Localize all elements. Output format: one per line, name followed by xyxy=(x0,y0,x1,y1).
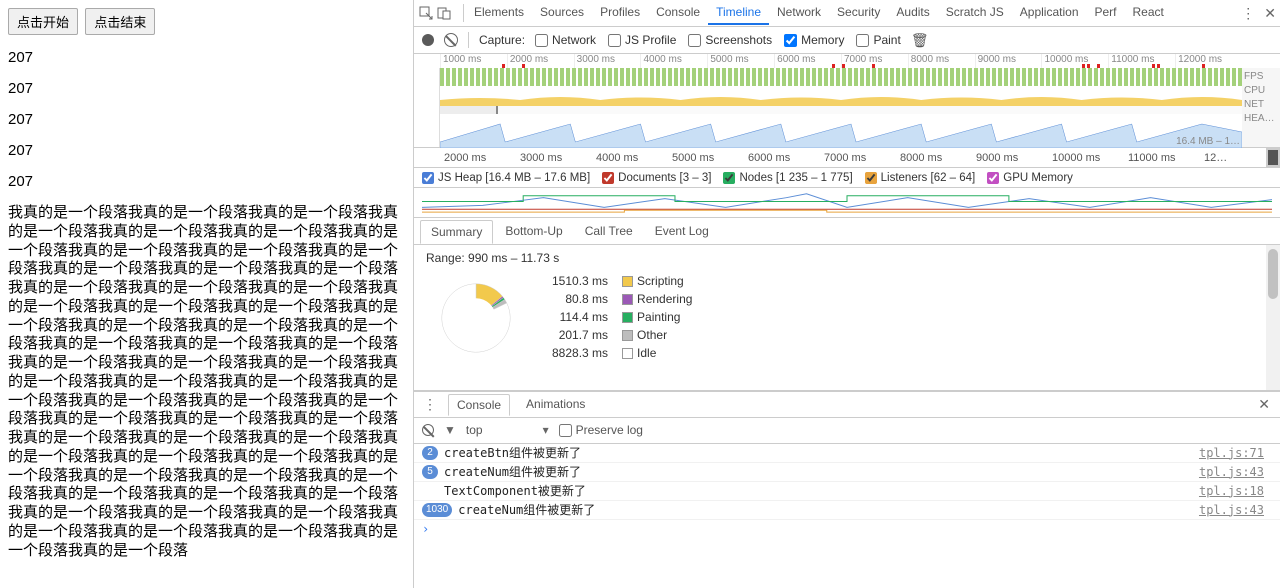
app-pane: 点击开始 点击结束 207 207 207 207 207 我真的是一个段落我真的是一个… xyxy=(0,0,414,588)
capture-memory[interactable]: Memory xyxy=(784,33,844,47)
devtools-panel: ElementsSourcesProfilesConsoleTimelineNe… xyxy=(414,0,1280,588)
tab-network[interactable]: Network xyxy=(769,1,829,25)
capture-network[interactable]: Network xyxy=(535,33,596,47)
log-source-link[interactable]: tpl.js:43 xyxy=(1199,503,1272,517)
counter-documents[interactable]: Documents [3 – 3] xyxy=(602,172,711,184)
legend-row: 8828.3 msIdle xyxy=(546,345,698,361)
tab-react[interactable]: React xyxy=(1125,1,1172,25)
console-output[interactable]: 2createBtn组件被更新了tpl.js:715createNum组件被更新… xyxy=(414,444,1280,588)
counter-nodes[interactable]: Nodes [1 235 – 1 775] xyxy=(723,172,852,184)
capture-label: Capture: xyxy=(479,33,525,47)
trash-icon[interactable]: 🗑 xyxy=(911,32,929,49)
capture-js-profile[interactable]: JS Profile xyxy=(608,33,676,47)
log-row: 1030createNum组件被更新了tpl.js:43 xyxy=(414,501,1280,520)
tab-security[interactable]: Security xyxy=(829,1,888,25)
ruler-scrollbar[interactable] xyxy=(1266,148,1280,167)
more-icon[interactable]: ⋮ xyxy=(1238,5,1258,22)
log-row: 5createNum组件被更新了tpl.js:43 xyxy=(414,463,1280,482)
summary-pie xyxy=(426,273,526,363)
start-button[interactable]: 点击开始 xyxy=(8,8,78,35)
inspect-icon[interactable] xyxy=(418,5,434,21)
memory-counters: JS Heap [16.4 MB – 17.6 MB] Documents [3… xyxy=(414,168,1280,188)
tab-application[interactable]: Application xyxy=(1012,1,1087,25)
timeline-subtabs: SummaryBottom-UpCall TreeEvent Log xyxy=(414,218,1280,245)
cpu-track xyxy=(440,86,1242,106)
preserve-log-checkbox[interactable] xyxy=(559,424,572,437)
tab-console[interactable]: Console xyxy=(448,394,510,416)
capture-screenshots[interactable]: Screenshots xyxy=(688,33,772,47)
log-source-link[interactable]: tpl.js:43 xyxy=(1199,465,1272,479)
net-track xyxy=(440,106,1242,114)
summary-body: 1510.3 msScripting 80.8 msRendering 114.4 … xyxy=(414,245,1280,353)
log-source-link[interactable]: tpl.js:18 xyxy=(1199,484,1272,498)
paragraph-text: 我真的是一个段落我真的是一个段落我真的是一个段落我真的是一个段落我真的是一个段落… xyxy=(8,204,405,560)
timeline-toolbar: Capture: Network JS Profile Screenshots … xyxy=(414,27,1280,54)
number-item: 207 xyxy=(8,111,405,128)
number-item: 207 xyxy=(8,142,405,159)
device-icon[interactable] xyxy=(436,5,452,21)
tab-elements[interactable]: Elements xyxy=(466,1,532,25)
summary-legend: 1510.3 msScripting 80.8 msRendering 114.4 … xyxy=(544,271,700,363)
capture-paint[interactable]: Paint xyxy=(856,33,900,47)
counter-js[interactable]: JS Heap [16.4 MB – 17.6 MB] xyxy=(422,172,590,184)
tab-sources[interactable]: Sources xyxy=(532,1,592,25)
subtab-call-tree[interactable]: Call Tree xyxy=(575,220,643,242)
preserve-log-label: Preserve log xyxy=(576,423,643,437)
tab-profiles[interactable]: Profiles xyxy=(592,1,648,25)
devtools-tabstrip: ElementsSourcesProfilesConsoleTimelineNe… xyxy=(414,0,1280,27)
tab-console[interactable]: Console xyxy=(648,1,708,25)
context-selector[interactable]: top▾ xyxy=(466,423,549,437)
counter-graph xyxy=(414,188,1280,218)
clear-icon[interactable] xyxy=(444,33,458,47)
number-item: 207 xyxy=(8,49,405,66)
end-button[interactable]: 点击结束 xyxy=(85,8,155,35)
log-row: 2createBtn组件被更新了tpl.js:71 xyxy=(414,444,1280,463)
console-prompt[interactable]: › xyxy=(414,520,1280,538)
number-item: 207 xyxy=(8,80,405,97)
tab-scratch-js[interactable]: Scratch JS xyxy=(938,1,1012,25)
heap-size-label: 16.4 MB – 1… xyxy=(1176,136,1240,147)
subtab-bottom-up[interactable]: Bottom-Up xyxy=(495,220,572,242)
counter-gpu[interactable]: GPU Memory xyxy=(987,172,1073,184)
tab-animations[interactable]: Animations xyxy=(518,394,593,414)
filter-icon[interactable]: ▼ xyxy=(444,423,456,437)
legend-row: 114.4 msPainting xyxy=(546,309,698,325)
heap-track xyxy=(440,114,1242,148)
drawer-tabs: ⋮ Console Animations ✕ xyxy=(414,391,1280,418)
subtab-summary[interactable]: Summary xyxy=(420,220,493,244)
number-item: 207 xyxy=(8,173,405,190)
log-source-link[interactable]: tpl.js:71 xyxy=(1199,446,1272,460)
log-row: TextComponent被更新了tpl.js:18 xyxy=(414,482,1280,501)
legend-row: 80.8 msRendering xyxy=(546,291,698,307)
number-list: 207 207 207 207 207 xyxy=(8,49,405,190)
summary-scrollbar[interactable] xyxy=(1266,245,1280,390)
tab-perf[interactable]: Perf xyxy=(1087,1,1125,25)
drawer-more-icon[interactable]: ⋮ xyxy=(420,396,440,413)
timeline-overview[interactable]: 1000 ms2000 ms3000 ms4000 ms5000 ms6000 … xyxy=(414,54,1280,148)
timeline-ruler[interactable]: 2000 ms3000 ms4000 ms5000 ms6000 ms7000 … xyxy=(414,148,1280,168)
subtab-event-log[interactable]: Event Log xyxy=(645,220,719,242)
console-toolbar: ▼ top▾ Preserve log xyxy=(414,418,1280,444)
close-devtools-icon[interactable]: ✕ xyxy=(1264,5,1276,22)
legend-row: 1510.3 msScripting xyxy=(546,273,698,289)
close-drawer-icon[interactable]: ✕ xyxy=(1254,396,1274,413)
clear-console-icon[interactable] xyxy=(422,424,434,436)
tab-timeline[interactable]: Timeline xyxy=(708,1,769,25)
tab-audits[interactable]: Audits xyxy=(888,1,937,25)
counter-listeners[interactable]: Listeners [62 – 64] xyxy=(865,172,976,184)
fps-track xyxy=(440,68,1242,86)
record-button[interactable] xyxy=(422,34,434,46)
legend-row: 201.7 msOther xyxy=(546,327,698,343)
